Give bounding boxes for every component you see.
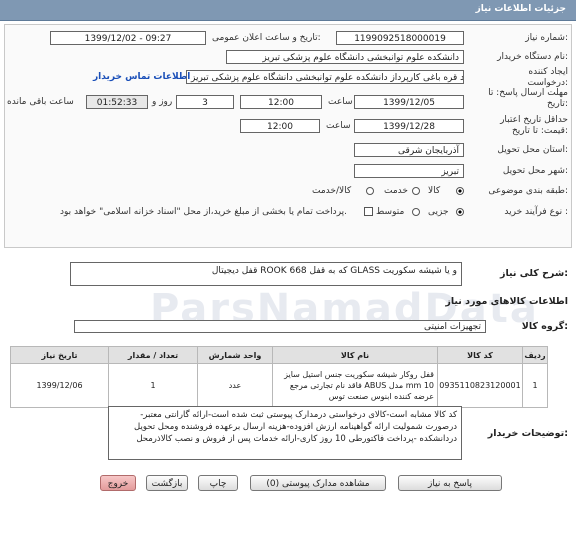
send-deadline-label: مهلت ارسال پاسخ: تا تاریخ: xyxy=(488,88,568,109)
need-number-field: 1199092518000019 xyxy=(336,31,464,45)
validity-date-field: 1399/12/28 xyxy=(354,119,464,133)
back-button[interactable]: بازگشت xyxy=(146,475,188,491)
process-minor-label: جزیی xyxy=(428,207,449,217)
notes-label: توضیحات خریدار: xyxy=(487,428,568,439)
province-label: استان محل تحویل: xyxy=(497,145,568,155)
cell-qty: 1 xyxy=(108,363,198,408)
process-medium-label: متوسط xyxy=(376,207,405,217)
cell-unit: عدد xyxy=(197,363,273,408)
goods-section-title: اطلاعات کالاهای مورد نیاز xyxy=(445,296,568,307)
treasury-payment-note: پرداخت تمام یا بخشی از مبلغ خرید،از محل … xyxy=(60,207,348,217)
announce-field: 1399/12/02 - 09:27 xyxy=(50,31,206,45)
summary-label: شرح کلی نیاز: xyxy=(499,268,568,279)
col-qty: تعداد / مقدار xyxy=(108,346,198,364)
goods-table-wrap: ردیف کد کالا نام کالا واحد شمارش تعداد /… xyxy=(10,346,548,408)
notes-field: کد کالا مشابه است-کالای درخواستی درمدارک… xyxy=(108,406,462,460)
category-goods-radio[interactable] xyxy=(456,187,464,195)
need-number-label: شماره نیاز: xyxy=(525,33,568,43)
buyer-org-field: دانشکده علوم توانبخشی دانشگاه علوم پزشکی… xyxy=(226,50,464,64)
exit-button[interactable]: خروج xyxy=(100,475,136,491)
treasury-payment-checkbox[interactable] xyxy=(364,207,373,216)
title-bar: جزئیات اطلاعات نیاز xyxy=(0,0,576,21)
buyer-org-label: نام دستگاه خریدار: xyxy=(497,52,568,62)
city-field: تبریز xyxy=(354,164,464,178)
send-time-field: 12:00 xyxy=(240,95,322,109)
announce-label: تاریخ و ساعت اعلان عمومی: xyxy=(212,33,321,43)
validity-label: حداقل تاریخ اعتبار قیمت: تا تاریخ: xyxy=(500,115,568,136)
goods-table: ردیف کد کالا نام کالا واحد شمارش تعداد /… xyxy=(10,346,548,408)
category-both-label: کالا/خدمت xyxy=(312,186,352,196)
col-row: ردیف xyxy=(522,346,548,364)
goods-table-header: ردیف کد کالا نام کالا واحد شمارش تعداد /… xyxy=(10,346,548,364)
col-name: نام کالا xyxy=(272,346,438,364)
send-time-label: ساعت xyxy=(328,97,353,107)
validity-time-label: ساعت xyxy=(326,121,351,131)
col-code: کد کالا xyxy=(437,346,523,364)
cell-row: 1 xyxy=(522,363,548,408)
category-service-label: خدمت xyxy=(384,186,408,196)
category-label: طبقه بندی موضوعی: xyxy=(488,186,568,196)
table-row[interactable]: 1 0935110823120001 قفل روکار شیشه سکوریت… xyxy=(10,363,548,408)
creator-label: ایجاد کننده درخواست: xyxy=(527,67,569,88)
contact-info-link[interactable]: اطلاعات تماس خریدار xyxy=(93,72,190,82)
category-goods-label: کالا xyxy=(428,186,441,196)
cell-code: 0935110823120001 xyxy=(437,363,523,408)
process-minor-radio[interactable] xyxy=(456,208,464,216)
province-field: آذربایجان شرقی xyxy=(354,143,464,157)
send-date-field: 1399/12/05 xyxy=(354,95,464,109)
validity-time-field: 12:00 xyxy=(240,119,320,133)
attachments-button[interactable]: مشاهده مدارک پیوستی (0) xyxy=(250,475,386,491)
goods-group-label: گروه کالا: xyxy=(521,321,568,332)
days-field: 3 xyxy=(176,95,234,109)
creator-field: مهرداد قره باغی کارپرداز دانشکده علوم تو… xyxy=(186,70,464,84)
category-both-radio[interactable] xyxy=(366,187,374,195)
process-label: نوع فرآیند خرید : xyxy=(504,207,568,217)
remaining-label: ساعت باقی مانده xyxy=(7,97,74,107)
print-button[interactable]: چاپ xyxy=(198,475,238,491)
col-date: تاریخ نیاز xyxy=(10,346,109,364)
process-medium-radio[interactable] xyxy=(412,208,420,216)
goods-group-field: تجهیزات امنیتی xyxy=(74,320,486,333)
cell-name: قفل روکار شیشه سکوریت جنس استیل سایز mm … xyxy=(272,363,438,408)
reply-button[interactable]: پاسخ به نیاز xyxy=(398,475,502,491)
page-title: جزئیات اطلاعات نیاز xyxy=(475,4,566,14)
summary-field: قفل دیجیتال ROOK 668 که به قفل GLASS و ی… xyxy=(70,262,462,286)
remaining-time-field: 01:52:33 xyxy=(86,95,148,109)
col-unit: واحد شمارش xyxy=(197,346,273,364)
city-label: شهر محل تحویل: xyxy=(502,166,568,176)
cell-date: 1399/12/06 xyxy=(10,363,109,408)
category-service-radio[interactable] xyxy=(412,187,420,195)
days-label: روز و xyxy=(152,97,173,107)
